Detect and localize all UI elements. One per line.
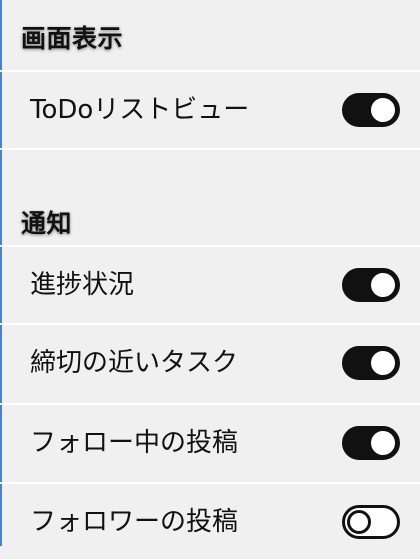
section-title-notifications: 通知	[21, 209, 73, 238]
toggle-progress[interactable]	[342, 267, 400, 302]
toggle-follower-posts[interactable]	[342, 504, 400, 539]
toggle-knob	[371, 350, 395, 375]
setting-label-todo-list-view: ToDoリストビュー	[30, 94, 250, 125]
toggle-knob	[371, 272, 395, 297]
toggle-near-deadline-tasks[interactable]	[342, 345, 400, 380]
setting-label-near-deadline-tasks: 締切の近いタスク	[30, 347, 239, 378]
toggle-knob	[347, 509, 371, 534]
toggle-todo-list-view[interactable]	[342, 92, 400, 127]
toggle-knob	[371, 97, 395, 122]
setting-row-following-posts[interactable]: フォロー中の投稿	[0, 403, 420, 480]
toggle-knob	[371, 430, 395, 455]
setting-row-near-deadline-tasks[interactable]: 締切の近いタスク	[0, 323, 420, 400]
setting-row-progress[interactable]: 進捗状況	[0, 245, 420, 322]
setting-row-follower-posts[interactable]: フォロワーの投稿	[0, 482, 420, 559]
setting-label-follower-posts: フォロワーの投稿	[30, 506, 239, 537]
setting-label-progress: 進捗状況	[30, 269, 135, 300]
section-divider	[0, 148, 420, 150]
section-title-display: 画面表示	[21, 24, 124, 53]
setting-label-following-posts: フォロー中の投稿	[30, 427, 239, 458]
setting-row-todo-list-view[interactable]: ToDoリストビュー	[0, 70, 420, 147]
toggle-following-posts[interactable]	[342, 425, 400, 460]
